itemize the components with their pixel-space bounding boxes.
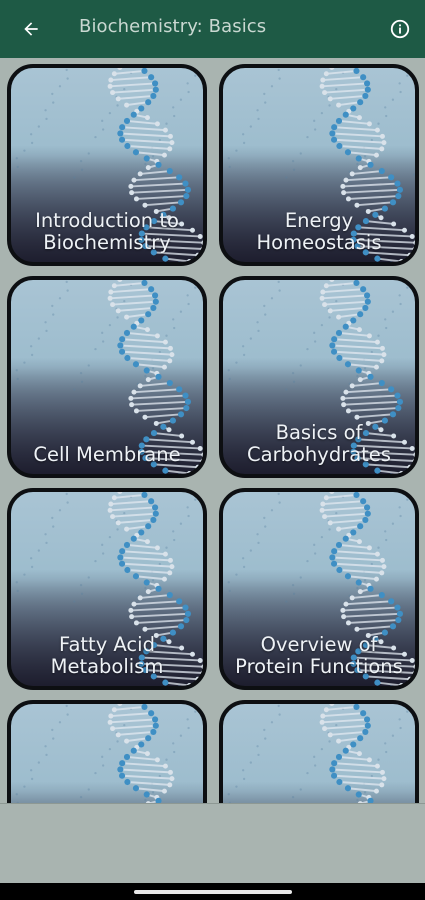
- topic-card[interactable]: Introduction to Biochemistry: [7, 64, 207, 266]
- topic-card-label: Overview of Protein Functions: [235, 633, 403, 678]
- topic-card-label: Fatty Acid Metabolism: [50, 633, 164, 678]
- dna-helix-image: [223, 704, 409, 803]
- bottom-panel: [0, 803, 425, 883]
- topic-card[interactable]: Cell Membrane: [7, 276, 207, 478]
- topic-card[interactable]: [219, 700, 419, 803]
- app-bar: Biochemistry: Basics: [0, 0, 425, 58]
- arrow-left-icon: [24, 22, 38, 36]
- topic-card[interactable]: Fatty Acid Metabolism: [7, 488, 207, 690]
- topic-card[interactable]: [7, 700, 207, 803]
- topic-card-label: Basics of Carbohydrates: [247, 421, 391, 466]
- topic-card-label: Introduction to Biochemistry: [35, 209, 179, 254]
- home-gesture-handle[interactable]: [134, 890, 292, 894]
- topic-grid[interactable]: Introduction to Biochemistry Energy Home…: [0, 58, 425, 803]
- back-button[interactable]: [14, 13, 48, 45]
- page-title: Biochemistry: Basics: [79, 16, 267, 37]
- topic-card-label: Cell Membrane: [33, 443, 181, 466]
- topic-card-label: Energy Homeostasis: [256, 209, 382, 254]
- topic-card[interactable]: Overview of Protein Functions: [219, 488, 419, 690]
- dna-helix-image: [11, 704, 197, 803]
- info-button[interactable]: [386, 15, 414, 43]
- topic-card[interactable]: Energy Homeostasis: [219, 64, 419, 266]
- topic-card[interactable]: Basics of Carbohydrates: [219, 276, 419, 478]
- info-circle-icon: [390, 19, 410, 39]
